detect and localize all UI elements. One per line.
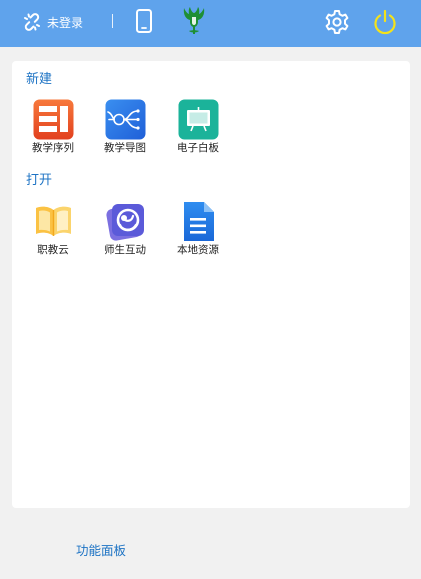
power-icon: [372, 9, 398, 40]
tile-label: 职教云: [37, 244, 69, 256]
gear-icon: [324, 10, 350, 39]
app-window: 未登录 新建 教学序列 教学导图 电子白板 打开 职教云 师生互动 本地资源 功…: [0, 0, 421, 579]
open-section-title: 打开: [26, 173, 53, 188]
top-bar: 未登录: [0, 0, 421, 47]
login-status-label: 未登录: [47, 15, 84, 30]
tile-label: 电子白板: [177, 142, 219, 154]
new-teaching-sequence-button[interactable]: 教学序列: [23, 99, 83, 159]
link-icon: [22, 12, 42, 32]
sequence-icon: [33, 99, 74, 140]
app-logo: [181, 5, 207, 37]
new-teaching-mindmap-button[interactable]: 教学导图: [95, 99, 155, 159]
document-icon: [178, 201, 219, 242]
login-button[interactable]: 未登录: [22, 10, 83, 34]
new-section-title: 新建: [26, 72, 53, 87]
phone-icon: [133, 9, 155, 38]
tile-label: 本地资源: [177, 244, 219, 256]
book-icon: [33, 201, 74, 242]
open-zhijiaoyun-button[interactable]: 职教云: [23, 201, 83, 261]
tile-label: 教学导图: [104, 142, 146, 154]
interaction-icon: [105, 201, 146, 242]
new-whiteboard-button[interactable]: 电子白板: [168, 99, 228, 159]
tile-label: 师生互动: [104, 244, 146, 256]
open-local-resources-button[interactable]: 本地资源: [168, 201, 228, 261]
power-button[interactable]: [372, 8, 398, 36]
phone-button[interactable]: [133, 8, 155, 34]
mindmap-icon: [105, 99, 146, 140]
tile-label: 教学序列: [32, 142, 74, 154]
whiteboard-icon: [178, 99, 219, 140]
function-panel-link[interactable]: 功能面板: [76, 543, 126, 559]
main-panel: 新建 教学序列 教学导图 电子白板 打开 职教云 师生互动 本地资源: [12, 61, 410, 508]
open-interaction-button[interactable]: 师生互动: [95, 201, 155, 261]
settings-button[interactable]: [324, 9, 350, 35]
topbar-divider: [112, 14, 113, 28]
